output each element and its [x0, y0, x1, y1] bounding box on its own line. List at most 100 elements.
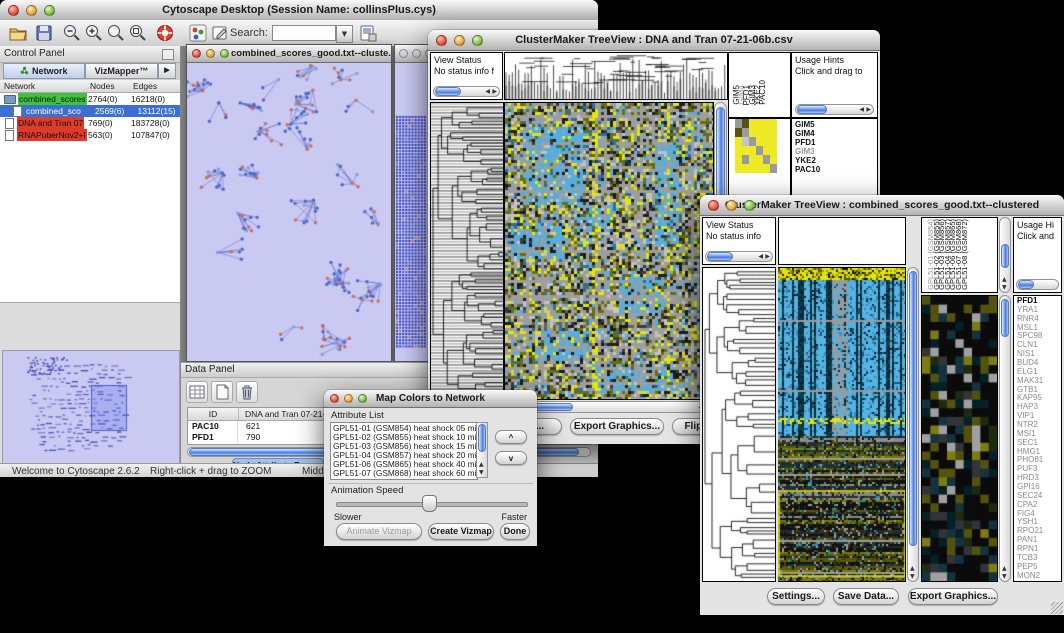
dialog-titlebar[interactable]: Map Colors to Network	[324, 390, 537, 408]
minimize-icon[interactable]	[726, 200, 737, 211]
minimize-icon[interactable]	[206, 49, 215, 58]
heatmap-cell[interactable]	[770, 137, 777, 146]
minimize-button[interactable]	[26, 5, 37, 16]
background-network-window[interactable]	[394, 44, 431, 362]
heatmap-cell[interactable]	[756, 155, 763, 164]
create-vizmap-button[interactable]: Create Vizmap	[428, 523, 494, 540]
heatmap-cell[interactable]	[770, 146, 777, 155]
tv2-labels-scrollbar[interactable]: ▲▼	[999, 217, 1011, 293]
attribute-list-scrollbar[interactable]: ▲▼	[476, 422, 488, 478]
close-icon[interactable]	[436, 35, 447, 46]
tv2-row-dendrogram[interactable]	[702, 267, 776, 582]
heatmap-cell[interactable]	[763, 155, 770, 164]
heatmap-cell[interactable]	[756, 137, 763, 146]
zoom-icon[interactable]	[472, 35, 483, 46]
tv1-titlebar[interactable]: ClusterMaker TreeView : DNA and Tran 07-…	[428, 30, 880, 51]
col-edges[interactable]: Edges	[133, 80, 176, 92]
gene-label[interactable]: MON2	[1017, 572, 1061, 581]
heatmap-cell[interactable]	[770, 128, 777, 137]
minimize-icon[interactable]	[454, 35, 465, 46]
resize-grip[interactable]	[1051, 602, 1063, 614]
gene-label[interactable]: GIM5	[795, 120, 877, 129]
export-graphics-icon[interactable]	[358, 23, 378, 43]
search-dropdown-button[interactable]: ▼	[336, 25, 353, 43]
network-list-row[interactable]: DNA and Tran 07769(0)183728(0)	[0, 117, 180, 129]
tv1-status-scrollbar[interactable]: ◀▶	[433, 86, 500, 97]
zoom-icon[interactable]	[744, 200, 755, 211]
tv2-titlebar[interactable]: ClusterMaker TreeView : combined_scores_…	[700, 195, 1064, 216]
heatmap-cell[interactable]	[735, 155, 742, 164]
heatmap-cell[interactable]	[749, 164, 756, 173]
heatmap-cell[interactable]	[763, 128, 770, 137]
heatmap-cell[interactable]	[756, 119, 763, 128]
settings--button[interactable]: Settings...	[767, 588, 825, 605]
move-up-button[interactable]: ^	[495, 430, 527, 444]
heatmap-cell[interactable]	[742, 128, 749, 137]
help-icon[interactable]	[155, 23, 175, 43]
heatmap-cell[interactable]	[735, 128, 742, 137]
attribute-table-icon[interactable]	[186, 381, 208, 403]
heatmap-cell[interactable]	[756, 164, 763, 173]
heatmap-cell[interactable]	[756, 128, 763, 137]
attribute-list-item[interactable]: GPL51-02 (GSM855) heat shock 10 min	[333, 433, 477, 442]
heatmap-cell[interactable]	[756, 146, 763, 155]
tab-overflow-arrow[interactable]: ▶	[158, 63, 176, 79]
gene-label[interactable]: GIM4	[795, 129, 877, 138]
heatmap-cell[interactable]	[735, 164, 742, 173]
attribute-list-item[interactable]: GPL51-07 (GSM868) heat shock 60 min	[333, 469, 477, 478]
export-graphics--button[interactable]: Export Graphics...	[570, 418, 664, 435]
save-data--button[interactable]: Save Data...	[833, 588, 899, 605]
new-attribute-icon[interactable]	[211, 381, 233, 403]
heatmap-cell[interactable]	[749, 155, 756, 164]
heatmap-cell[interactable]	[763, 137, 770, 146]
heatmap-cell[interactable]	[742, 146, 749, 155]
zoom-out-icon[interactable]	[62, 23, 82, 43]
tv2-column-dendrogram[interactable]	[778, 217, 906, 265]
network-list-row[interactable]: combined_sco2569(6)13112(15)	[0, 105, 180, 117]
attribute-list-item[interactable]: GPL51-03 (GSM856) heat shock 15 min	[333, 442, 477, 451]
tv2-gene-scrollbar[interactable]: ▲▼	[999, 295, 1011, 582]
heatmap-cell[interactable]	[742, 119, 749, 128]
tv2-status-scrollbar[interactable]: ◀▶	[705, 251, 773, 262]
close-icon[interactable]	[330, 394, 339, 403]
minimize-icon[interactable]	[344, 394, 353, 403]
inactive-close-icon[interactable]	[399, 49, 408, 58]
attribute-list[interactable]: GPL51-01 (GSM854) heat shock 05 minGPL51…	[330, 422, 478, 480]
heatmap-cell[interactable]	[742, 137, 749, 146]
gene-label[interactable]: GIM3	[795, 147, 877, 156]
tv1-column-dendrogram[interactable]	[504, 52, 728, 100]
close-icon[interactable]	[708, 200, 719, 211]
zoom-in-icon[interactable]	[84, 23, 104, 43]
tv1-row-dendrogram[interactable]	[430, 102, 504, 400]
attribute-list-item[interactable]: GPL51-01 (GSM854) heat shock 05 min	[333, 424, 477, 433]
heatmap-cell[interactable]	[763, 146, 770, 155]
birdseye-view-canvas[interactable]	[3, 351, 177, 461]
col-nodes[interactable]: Nodes	[90, 80, 133, 92]
move-down-button[interactable]: v	[495, 451, 527, 465]
tab-vizmapper[interactable]: VizMapper™	[85, 63, 158, 79]
tv1-hints-scrollbar[interactable]: ◀▶	[795, 104, 874, 115]
vizmapper-icon[interactable]	[188, 23, 208, 43]
done-button[interactable]: Done	[500, 523, 530, 540]
annotation-icon[interactable]	[210, 23, 230, 43]
attribute-list-item[interactable]: GPL51-06 (GSM865) heat shock 40 min	[333, 460, 477, 469]
heatmap-cell[interactable]	[742, 155, 749, 164]
column-label[interactable]: GPL51-08 (GSM872)	[960, 219, 969, 290]
background-network-canvas[interactable]	[395, 63, 428, 360]
heatmap-cell[interactable]	[770, 119, 777, 128]
heatmap-cell[interactable]	[749, 119, 756, 128]
tv1-global-heatmap[interactable]	[504, 102, 714, 400]
attr-column-header[interactable]: DNA and Tran 07-21-06	[239, 408, 335, 420]
zoom-icon[interactable]	[358, 394, 367, 403]
column-label[interactable]: PAC10	[758, 80, 767, 105]
tv2-global-heatmap[interactable]	[778, 267, 906, 582]
close-icon[interactable]	[192, 49, 201, 58]
inactive-minimize-icon[interactable]	[412, 49, 421, 58]
zoom-button[interactable]	[44, 5, 55, 16]
heatmap-cell[interactable]	[763, 119, 770, 128]
id-column-header[interactable]: ID	[188, 408, 239, 420]
heatmap-cell[interactable]	[749, 146, 756, 155]
gene-label[interactable]: PFD1	[795, 138, 877, 147]
tab-network[interactable]: Network	[3, 63, 85, 79]
heatmap-cell[interactable]	[735, 137, 742, 146]
